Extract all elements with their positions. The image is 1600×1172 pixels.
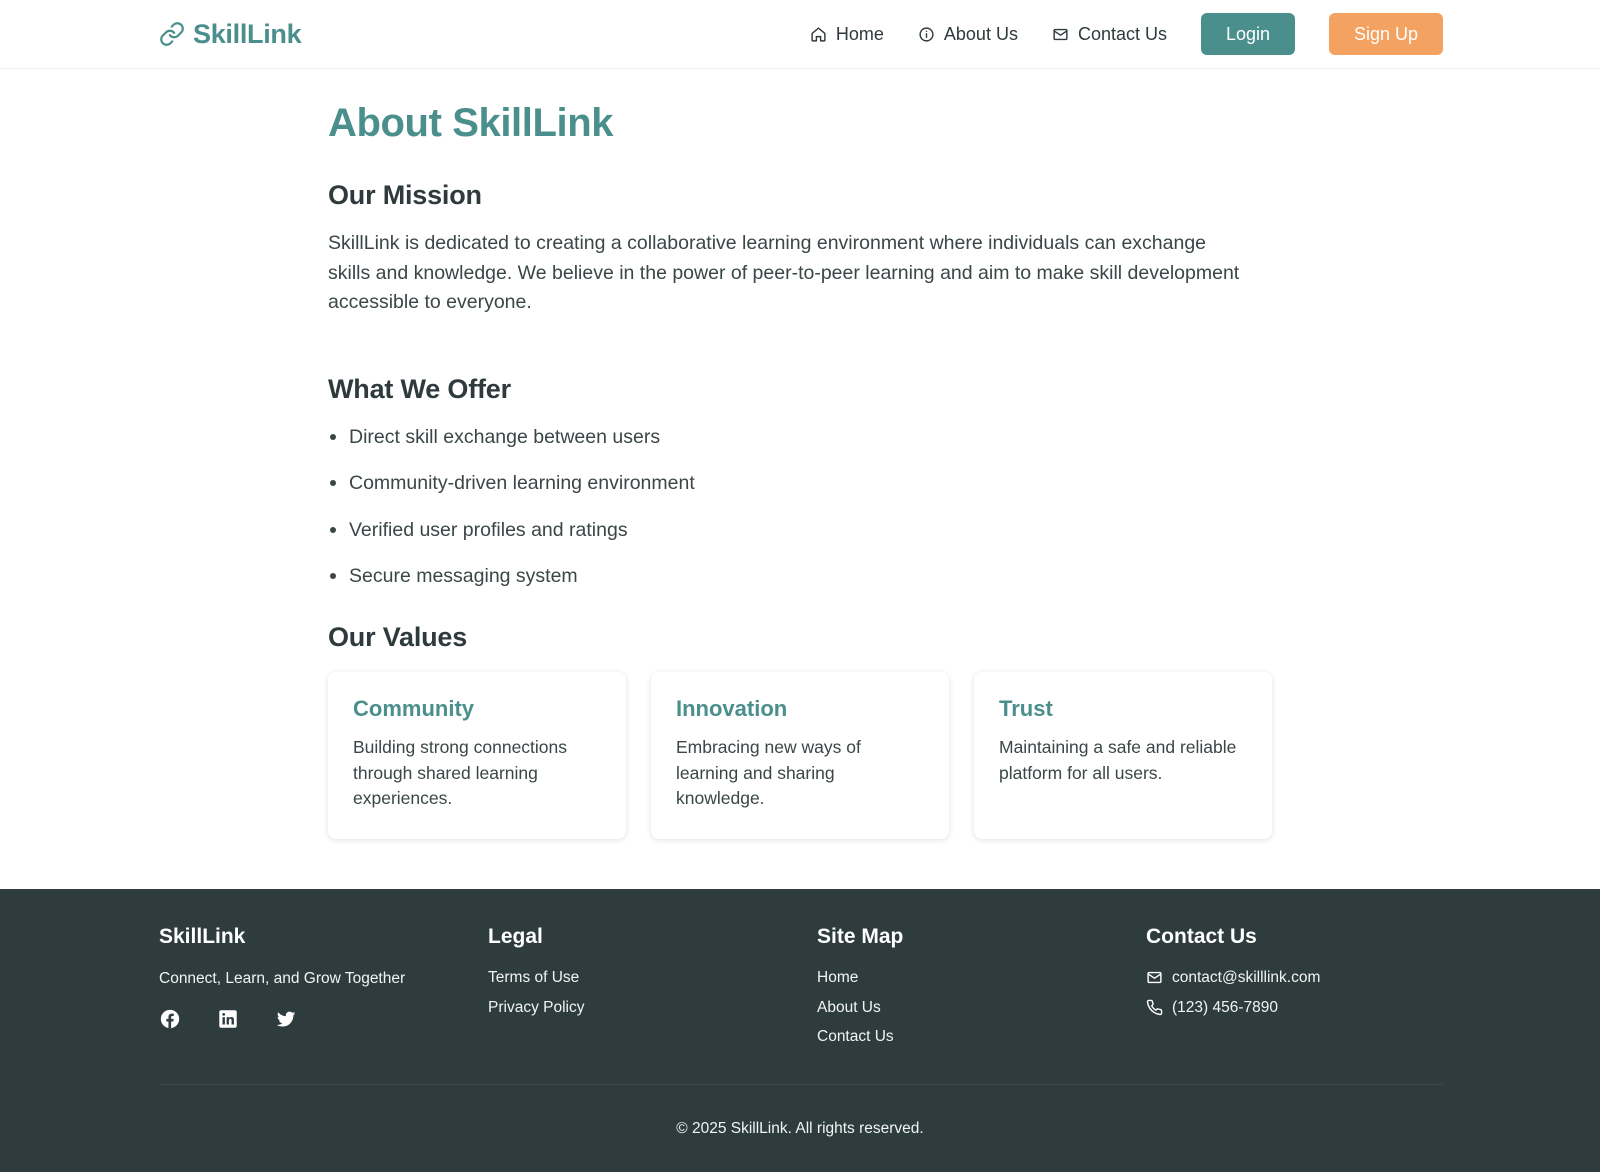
footer-contact-info: contact@skilllink.com (123) 456-7890 bbox=[1146, 968, 1320, 1017]
brand-name: SkillLink bbox=[193, 18, 302, 49]
twitter-icon bbox=[276, 1011, 296, 1027]
main-nav: Home About Us Contact Us Login Sign Up bbox=[810, 13, 1443, 55]
offer-item-text: Direct skill exchange between users bbox=[349, 425, 661, 448]
bullet-icon bbox=[330, 526, 336, 533]
nav-home[interactable]: Home bbox=[810, 24, 884, 45]
linkedin-icon bbox=[219, 1010, 237, 1028]
offer-list: Direct skill exchange between users Comm… bbox=[328, 424, 1278, 590]
list-item: Direct skill exchange between users bbox=[328, 424, 1278, 450]
footer-sitemap-links: Home About Us Contact Us bbox=[817, 968, 903, 1046]
offer-item-text: Community-driven learning environment bbox=[349, 472, 695, 494]
footer-brand-column: SkillLink Connect, Learn, and Grow Toget… bbox=[159, 925, 405, 1035]
main-content: About SkillLink Our Mission SkillLink is… bbox=[328, 69, 1278, 889]
mission-text: SkillLink is dedicated to creating a col… bbox=[328, 232, 1240, 313]
signup-button[interactable]: Sign Up bbox=[1329, 13, 1443, 55]
site-footer: SkillLink Connect, Learn, and Grow Toget… bbox=[0, 889, 1600, 1172]
terms-link[interactable]: Terms of Use bbox=[488, 968, 584, 987]
nav-about[interactable]: About Us bbox=[918, 24, 1018, 45]
footer-tagline: Connect, Learn, and Grow Together bbox=[159, 970, 406, 987]
footer-divider bbox=[159, 1084, 1443, 1085]
footer-about-link[interactable]: About Us bbox=[817, 998, 903, 1017]
value-card-community: Community Building strong connections th… bbox=[328, 672, 626, 839]
footer-legal-links: Terms of Use Privacy Policy bbox=[488, 968, 584, 1017]
contact-email-row[interactable]: contact@skilllink.com bbox=[1146, 968, 1320, 987]
list-item: Verified user profiles and ratings bbox=[328, 517, 1278, 543]
value-card-title: Innovation bbox=[676, 696, 788, 721]
nav-about-label: About Us bbox=[943, 23, 1018, 44]
footer-home-link[interactable]: Home bbox=[817, 968, 903, 987]
social-links bbox=[159, 1008, 405, 1035]
bullet-icon bbox=[330, 573, 336, 579]
site-header: SkillLink Home About Us Contact Us Login… bbox=[0, 0, 1600, 69]
nav-contact[interactable]: Contact Us bbox=[1052, 24, 1167, 45]
footer-contact-link[interactable]: Contact Us bbox=[817, 1027, 903, 1046]
footer-columns: SkillLink Connect, Learn, and Grow Toget… bbox=[159, 889, 1443, 1084]
link-icon bbox=[160, 22, 184, 46]
facebook-icon bbox=[160, 1009, 180, 1029]
value-card-title: Community bbox=[353, 696, 474, 721]
mail-icon bbox=[1147, 971, 1162, 984]
offer-heading: What We Offer bbox=[328, 373, 511, 404]
footer-legal-column: Legal Terms of Use Privacy Policy bbox=[488, 925, 584, 1027]
value-card-trust: Trust Maintaining a safe and reliable pl… bbox=[974, 672, 1272, 839]
value-card-title: Trust bbox=[999, 696, 1053, 721]
footer-contact-column: Contact Us contact@skilllink.com (123) 4… bbox=[1146, 925, 1320, 1027]
twitter-link[interactable] bbox=[275, 1008, 297, 1035]
footer-brand-title: SkillLink bbox=[159, 925, 246, 948]
brand-logo-link[interactable]: SkillLink bbox=[159, 18, 302, 50]
contact-phone: (123) 456-7890 bbox=[1172, 998, 1278, 1016]
page-title: About SkillLink bbox=[328, 101, 614, 145]
list-item: Secure messaging system bbox=[328, 563, 1278, 589]
value-card-text: Building strong connections through shar… bbox=[353, 737, 568, 808]
info-icon bbox=[919, 26, 934, 42]
header-inner: SkillLink Home About Us Contact Us Login… bbox=[159, 0, 1443, 68]
footer-sitemap-column: Site Map Home About Us Contact Us bbox=[817, 925, 903, 1057]
home-icon bbox=[811, 26, 826, 42]
values-cards: Community Building strong connections th… bbox=[328, 672, 1278, 839]
phone-icon bbox=[1146, 999, 1163, 1015]
mission-heading: Our Mission bbox=[328, 180, 482, 210]
offer-item-text: Verified user profiles and ratings bbox=[349, 518, 628, 541]
values-heading: Our Values bbox=[328, 622, 468, 652]
value-card-text: Embracing new ways of learning and shari… bbox=[676, 737, 861, 808]
privacy-link[interactable]: Privacy Policy bbox=[488, 998, 584, 1017]
nav-home-label: Home bbox=[835, 23, 884, 44]
mail-icon bbox=[1053, 28, 1068, 40]
value-card-text: Maintaining a safe and reliable platform… bbox=[999, 737, 1237, 783]
facebook-link[interactable] bbox=[159, 1008, 181, 1035]
offer-item-text: Secure messaging system bbox=[349, 565, 578, 587]
nav-contact-label: Contact Us bbox=[1077, 23, 1167, 44]
bullet-icon bbox=[330, 433, 336, 440]
footer-contact-title: Contact Us bbox=[1146, 925, 1257, 948]
bullet-icon bbox=[330, 480, 336, 486]
footer-legal-title: Legal bbox=[488, 925, 543, 948]
linkedin-link[interactable] bbox=[217, 1008, 239, 1035]
value-card-innovation: Innovation Embracing new ways of learnin… bbox=[651, 672, 949, 839]
contact-phone-row[interactable]: (123) 456-7890 bbox=[1146, 998, 1320, 1017]
contact-email: contact@skilllink.com bbox=[1172, 969, 1321, 986]
list-item: Community-driven learning environment bbox=[328, 470, 1278, 496]
copyright-text: © 2025 SkillLink. All rights reserved. bbox=[676, 1120, 924, 1137]
footer-sitemap-title: Site Map bbox=[817, 925, 904, 948]
login-button[interactable]: Login bbox=[1201, 13, 1295, 55]
